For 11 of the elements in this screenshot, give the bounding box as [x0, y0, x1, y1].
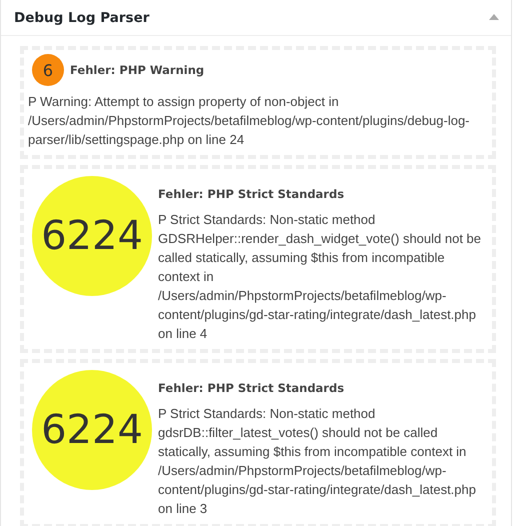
count-badge: 6 — [32, 54, 64, 86]
collapse-caret-icon[interactable] — [489, 14, 499, 20]
panel-title: Debug Log Parser — [14, 10, 150, 26]
count-badge: 6224 — [32, 176, 152, 296]
count-badge: 6224 — [32, 370, 152, 490]
error-title: Fehler: PHP Strict Standards — [158, 186, 346, 203]
error-message: P Strict Standards: Non-static method gdsrDB::filter_latest_votes() should not be called statically, assuming $this from incompatible context in /Users/admin/PhpstormProjects/betafilmeblog/wp-content/plugins/gd-star-rating/integrate/dash_latest.php on line 3 — [158, 405, 477, 518]
error-title: Fehler: PHP Warning — [70, 62, 206, 79]
error-message: P Warning: Attempt to assign property of non-object in /Users/admin/PhpstormProjects/betafilmeblog/wp-content/plugins/debug-log-parser/lib/settingspage.php on line 24 — [28, 93, 470, 149]
error-title: Fehler: PHP Strict Standards — [158, 380, 346, 397]
error-message: P Strict Standards: Non-static method GDSRHelper::render_dash_widget_vote() should not be called statically, assuming $this from incompatible context in /Users/admin/PhpstormProjects/betafilmeblog/wp-content/plugins/gd-star-rating/integrate/dash_latest.php on line 4 — [158, 211, 482, 343]
